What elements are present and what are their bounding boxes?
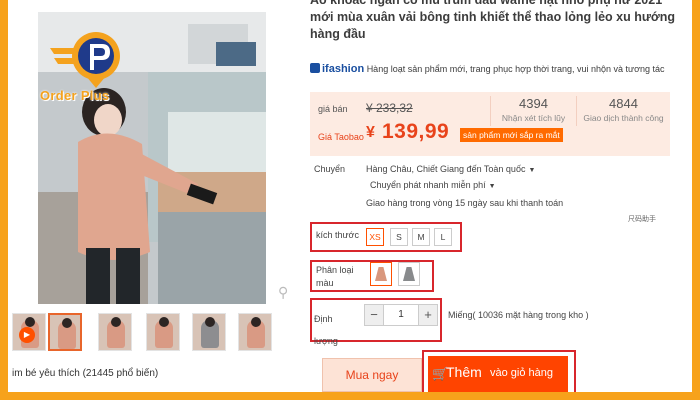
- store-logo-icon: [310, 63, 320, 73]
- shipping-label: Chuyển: [314, 164, 346, 174]
- thumbnail-video[interactable]: ▶: [12, 313, 46, 351]
- quantity-decrease-button[interactable]: −: [364, 304, 384, 326]
- add-to-cart-button[interactable]: 🛒 Thêm vào giỏ hàng: [428, 356, 568, 392]
- thumbnail-image[interactable]: [238, 313, 272, 351]
- taobao-price-label: Giá Taobao: [318, 132, 364, 142]
- stat-label: Nhận xét tích lũy: [501, 113, 566, 123]
- stat-label: Giao dịch thành công: [583, 113, 664, 123]
- new-product-badge: sản phẩm mới sắp ra mắt: [460, 128, 563, 142]
- size-option-xs[interactable]: XS: [366, 228, 384, 246]
- quantity-label: Định lượng: [314, 314, 338, 346]
- shipping-method-text: Chuyển phát nhanh miễn phí: [370, 180, 486, 190]
- thumbnail-image[interactable]: [192, 313, 226, 351]
- stat-transactions: 4844 Giao dịch thành công: [576, 96, 670, 126]
- shipping-route-text: Hàng Châu, Chiết Giang đến Toàn quốc: [366, 164, 526, 174]
- store-description: Hàng loạt sản phẩm mới, trang phục hợp t…: [366, 64, 665, 74]
- product-page: Order Plus ⚲ ▶ im bé yêu thích (21445 ph…: [8, 0, 692, 392]
- size-option-s[interactable]: S: [390, 228, 408, 246]
- thumbnail-image[interactable]: [146, 313, 180, 351]
- add-cart-label-1: Thêm: [446, 364, 482, 380]
- quantity-increase-button[interactable]: +: [418, 304, 438, 326]
- jacket-thumb-icon: [403, 267, 415, 281]
- buy-now-button[interactable]: Mua ngay: [322, 358, 422, 392]
- color-swatch-pink[interactable]: [370, 262, 392, 286]
- thumbnail-image[interactable]: [98, 313, 132, 351]
- chevron-down-icon: ▼: [488, 183, 496, 190]
- store-info: ifashion Hàng loạt sản phẩm mới, trang p…: [310, 62, 670, 76]
- shipping-method[interactable]: Chuyển phát nhanh miễn phí ▼: [370, 180, 496, 190]
- color-swatch-grey[interactable]: [398, 262, 420, 286]
- list-price-label: giá bán: [318, 104, 348, 114]
- size-option-m[interactable]: M: [412, 228, 430, 246]
- thumbnail-strip: ▶: [8, 313, 283, 353]
- store-name[interactable]: ifashion: [322, 63, 364, 75]
- logo-text: Order Plus: [40, 88, 110, 103]
- jacket-thumb-icon: [375, 267, 387, 281]
- favorite-count[interactable]: im bé yêu thích (21445 phổ biến): [12, 368, 158, 379]
- zoom-icon[interactable]: ⚲: [278, 284, 288, 301]
- stat-number: 4844: [609, 96, 638, 111]
- taobao-price: 139,99: [382, 120, 450, 143]
- color-label: Phân loại màu: [316, 265, 354, 288]
- price-panel: giá bán ¥ 233,32 Giá Taobao ¥ 139,99 sản…: [310, 92, 670, 156]
- list-price: ¥ 233,32: [366, 101, 413, 115]
- stock-info: Miếng( 10036 mặt hàng trong kho ): [448, 310, 589, 320]
- add-cart-label-2: vào giỏ hàng: [490, 367, 553, 379]
- size-chart-link[interactable]: 尺码助手: [628, 214, 656, 224]
- quantity-input[interactable]: 1: [384, 304, 418, 326]
- stat-reviews[interactable]: 4394 Nhận xét tích lũy: [490, 96, 576, 126]
- size-option-l[interactable]: L: [434, 228, 452, 246]
- chevron-down-icon: ▼: [528, 167, 536, 174]
- thumbnail-image[interactable]: [48, 313, 82, 351]
- product-title: Áo khoác ngắn có mũ trùm đầu wafne hạt n…: [310, 0, 680, 43]
- product-title-text: Áo khoác ngắn có mũ trùm đầu wafne hạt n…: [310, 0, 676, 41]
- size-label: kích thước: [316, 230, 359, 240]
- price-currency: ¥: [366, 124, 375, 141]
- stat-number: 4394: [519, 96, 548, 111]
- delivery-time: Giao hàng trong vòng 15 ngày sau khi tha…: [366, 198, 564, 208]
- shipping-route[interactable]: Hàng Châu, Chiết Giang đến Toàn quốc ▼: [366, 164, 535, 174]
- play-icon[interactable]: ▶: [19, 327, 35, 343]
